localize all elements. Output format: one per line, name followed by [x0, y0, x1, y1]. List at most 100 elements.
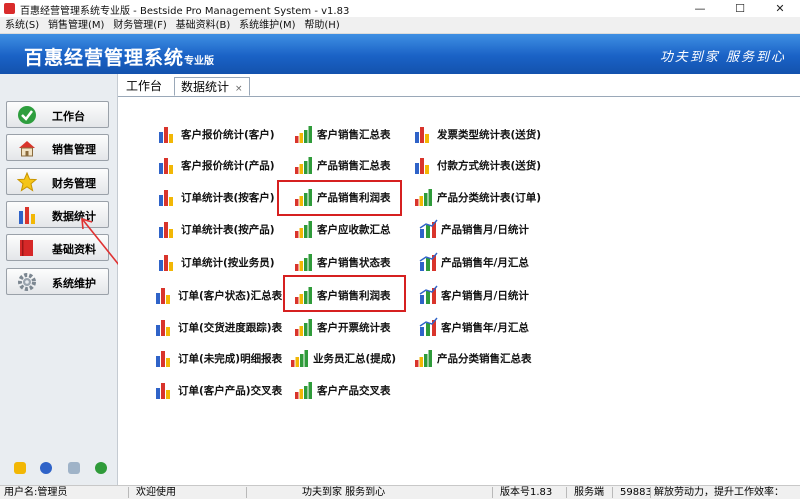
- bar-chart-icon: [156, 288, 170, 304]
- bar-chart-icon: [415, 127, 429, 143]
- tab-workbench[interactable]: 工作台: [126, 77, 162, 96]
- status-slogan: 功夫到家 服务到心: [302, 487, 386, 498]
- tab-close-icon[interactable]: ×: [235, 84, 243, 94]
- house-icon: [19, 141, 35, 157]
- window-title: 百惠经营管理系统专业版 - Bestside Pro Management Sy…: [20, 6, 350, 17]
- report-label: 业务员汇总(提成): [313, 353, 397, 365]
- sidebar-item-sales[interactable]: 销售管理: [6, 134, 109, 161]
- maximize-button[interactable]: ☐: [720, 0, 760, 17]
- growth-chart-icon: [415, 350, 432, 367]
- status-divider: [566, 487, 567, 498]
- status-divider: [650, 487, 651, 498]
- title-bar: 百惠经营管理系统专业版 - Bestside Pro Management Sy…: [0, 0, 800, 18]
- status-divider: [492, 487, 493, 498]
- sidebar-item-workbench[interactable]: 工作台: [6, 101, 109, 128]
- gear-icon: [18, 273, 36, 291]
- growth-chart-icon: [295, 287, 312, 304]
- menu-finance[interactable]: 财务管理(F): [108, 18, 167, 34]
- banner-slogan: 功夫到家 服务到心: [659, 50, 786, 65]
- report-label: 订单统计表(按客户): [181, 192, 275, 204]
- bar-chart-icon: [159, 158, 173, 174]
- report-label: 订单(客户产品)交叉表: [178, 385, 283, 397]
- report-label: 发票类型统计表(送货): [437, 129, 542, 141]
- status-user: 用户名:管理员: [4, 487, 68, 498]
- search-icon[interactable]: [68, 462, 80, 474]
- status-version: 版本号1.83: [500, 487, 553, 498]
- report-label: 客户销售汇总表: [317, 129, 391, 141]
- report-label: 客户销售状态表: [317, 257, 391, 269]
- trend-chart-icon: [419, 219, 438, 238]
- report-label: 客户报价统计(客户): [181, 129, 275, 141]
- sidebar-item-label: 销售管理: [52, 143, 96, 156]
- report-label: 付款方式统计表(送货): [437, 160, 542, 172]
- report-label: 产品销售汇总表: [317, 160, 391, 172]
- brand-title: 百惠经营管理系统专业版: [24, 43, 214, 70]
- star-icon: [17, 172, 37, 192]
- report-label: 客户产品交叉表: [317, 385, 391, 397]
- status-tagline: 解放劳动力，提升工作效率：: [654, 487, 784, 498]
- bar-chart-icon: [156, 320, 170, 336]
- brand-name: 百惠经营管理系统: [24, 47, 185, 69]
- bar-chart-icon: [159, 222, 173, 238]
- status-divider: [128, 487, 129, 498]
- report-label: 客户应收款汇总: [317, 224, 391, 236]
- sidebar-toolbar: [0, 456, 117, 482]
- growth-chart-icon: [295, 254, 312, 271]
- report-label: 订单(客户状态)汇总表: [178, 290, 283, 302]
- report-label: 产品分类统计表(订单): [437, 192, 542, 204]
- bar-chart-icon: [156, 383, 170, 399]
- status-welcome: 欢迎使用: [136, 487, 176, 498]
- growth-chart-icon: [295, 319, 312, 336]
- sidebar-item-label: 财务管理: [52, 177, 96, 190]
- growth-chart-icon: [295, 189, 312, 206]
- menu-sales[interactable]: 销售管理(M): [43, 18, 104, 34]
- report-label: 订单(交货进度跟踪)表: [178, 322, 283, 334]
- trend-chart-icon: [419, 252, 438, 271]
- bar-chart-icon: [159, 190, 173, 206]
- bar-chart-icon: [156, 351, 170, 367]
- growth-chart-icon: [291, 350, 308, 367]
- report-label: 客户开票统计表: [317, 322, 391, 334]
- book-icon: [20, 240, 33, 256]
- back-icon[interactable]: [95, 462, 107, 474]
- app-icon: [4, 3, 15, 14]
- report-label: 产品销售月/日统计: [441, 224, 529, 236]
- menu-system[interactable]: 系统(S): [0, 18, 39, 34]
- bar-chart-icon: [159, 127, 173, 143]
- close-button[interactable]: ✕: [760, 0, 800, 17]
- menu-help[interactable]: 帮助(H): [299, 18, 339, 34]
- tab-strip: 工作台 数据统计 ×: [118, 74, 800, 97]
- growth-chart-icon: [295, 221, 312, 238]
- report-label: 产品销售利润表: [317, 192, 391, 204]
- report-label: 客户销售年/月汇总: [441, 322, 529, 334]
- tab-label: 数据统计: [181, 80, 230, 94]
- bar-chart-icon: [415, 158, 429, 174]
- menu-maintenance[interactable]: 系统维护(M): [234, 18, 295, 34]
- growth-chart-icon: [295, 126, 312, 143]
- sidebar: 工作台 销售管理 财务管理 数据统计 基础资料 系统维护: [0, 74, 124, 485]
- tab-label: 工作台: [126, 79, 163, 93]
- growth-chart-icon: [295, 157, 312, 174]
- sidebar-item-finance[interactable]: 财务管理: [6, 168, 109, 195]
- sidebar-item-label: 系统维护: [52, 277, 96, 290]
- info-icon[interactable]: [40, 462, 52, 474]
- status-divider: [246, 487, 247, 498]
- status-bar: 用户名:管理员 欢迎使用 功夫到家 服务到心 版本号1.83 服务端 59883…: [0, 485, 800, 499]
- trend-chart-icon: [419, 317, 438, 336]
- menu-basic-data[interactable]: 基础资料(B): [171, 18, 231, 34]
- report-label: 订单统计表(按产品): [181, 224, 275, 236]
- growth-chart-icon: [295, 382, 312, 399]
- report-label: 客户报价统计(产品): [181, 160, 275, 172]
- report-label: 订单(未完成)明细报表: [178, 353, 283, 365]
- growth-chart-icon: [415, 189, 432, 206]
- check-icon: [18, 106, 36, 124]
- menu-bar: 系统(S) 销售管理(M) 财务管理(F) 基础资料(B) 系统维护(M) 帮助…: [0, 17, 800, 34]
- edit-icon[interactable]: [14, 462, 26, 474]
- report-label: 客户销售利润表: [317, 290, 391, 302]
- status-code: 59883: [620, 487, 652, 498]
- trend-chart-icon: [419, 285, 438, 304]
- status-server: 服务端: [574, 487, 604, 498]
- tab-statistics[interactable]: 数据统计 ×: [174, 77, 250, 96]
- report-label: 产品销售年/月汇总: [441, 257, 529, 269]
- minimize-button[interactable]: —: [680, 0, 720, 17]
